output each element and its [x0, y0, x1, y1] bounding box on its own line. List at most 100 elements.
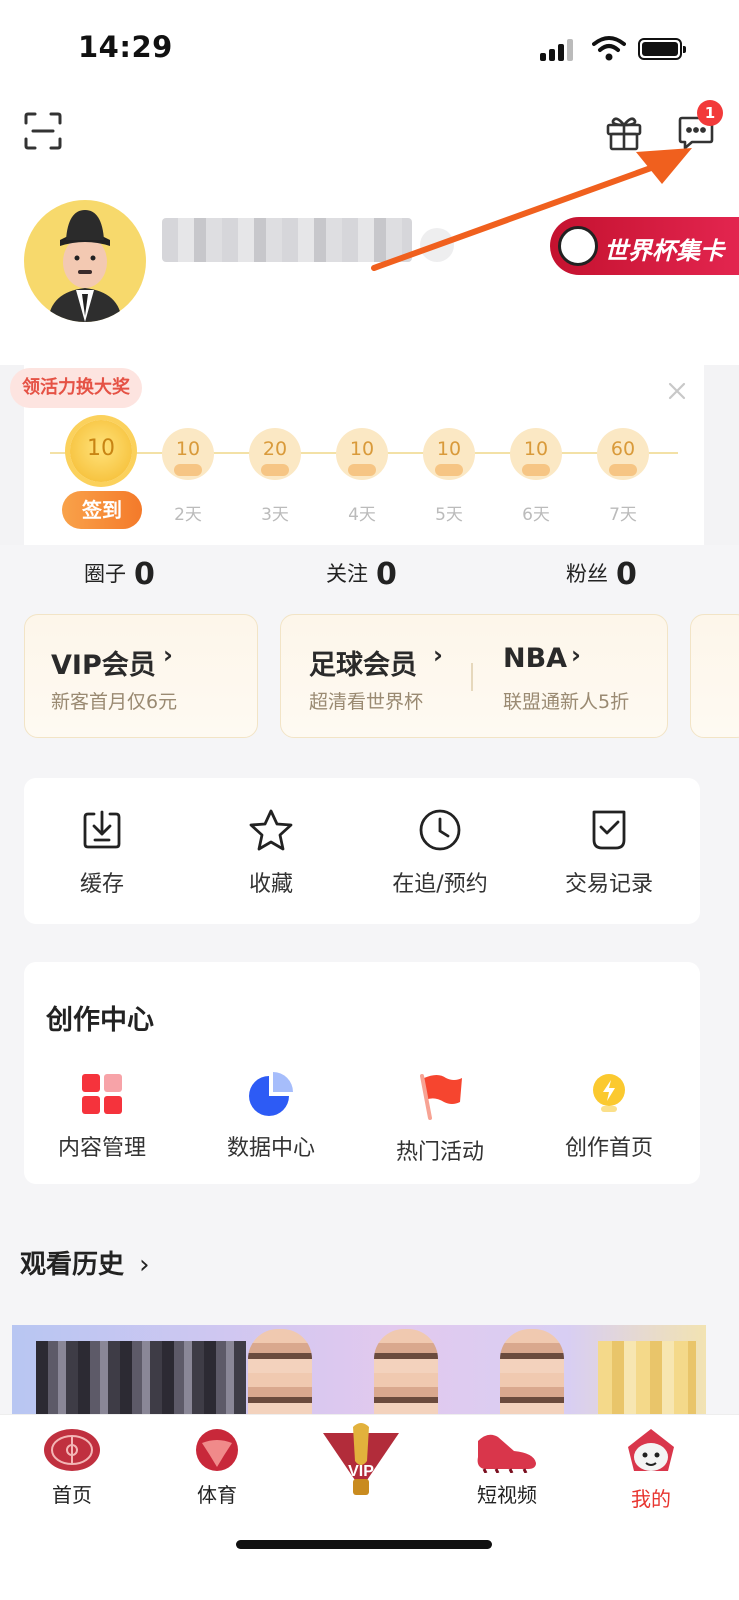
checkin-coin-value: 10	[523, 438, 549, 460]
checkin-coin: 10	[336, 428, 388, 480]
tool-transactions[interactable]: 交易记录	[539, 808, 679, 898]
tool-label: 缓存	[79, 872, 124, 897]
stat-circles[interactable]: 圈子 0	[84, 557, 155, 592]
tab-label: 首页	[52, 1483, 92, 1507]
history-thumbnail[interactable]	[36, 1341, 246, 1425]
mascot-icon	[628, 1429, 674, 1471]
sports-ball-icon	[196, 1429, 238, 1471]
checkin-coin-value: 10	[349, 438, 375, 460]
checkin-day-label: 2天	[174, 505, 202, 525]
tab-me[interactable]: 我的	[596, 1427, 706, 1512]
tab-short-video[interactable]: 短视频	[452, 1427, 562, 1508]
stat-following[interactable]: 关注 0	[326, 557, 397, 592]
tool-following-shows[interactable]: 在追/预约	[370, 808, 510, 898]
world-cup-trophy-icon: VIP	[323, 1423, 399, 1495]
tab-label: 体育	[197, 1483, 237, 1507]
checkin-coin-value: 10	[436, 438, 462, 460]
scan-icon[interactable]	[24, 112, 62, 150]
tab-label: 我的	[631, 1487, 671, 1511]
creator-center-title: 创作中心	[46, 1005, 154, 1036]
watch-history-list	[12, 1325, 706, 1425]
creator-item-label: 创作首页	[564, 1136, 653, 1161]
vip-membership-card[interactable]: VIP会员 › 新客首月仅6元	[24, 614, 258, 738]
creator-data-center[interactable]: 数据中心	[201, 1072, 341, 1162]
checkin-coin-today[interactable]: 10	[70, 420, 132, 482]
tab-vip[interactable]: VIP	[306, 1419, 416, 1501]
checkin-day-label: 6天	[522, 505, 550, 525]
vip-title: VIP会员	[51, 650, 156, 681]
checkin-day-label: 5天	[435, 505, 463, 525]
receipt-check-icon	[592, 810, 626, 850]
tab-label: 短视频	[477, 1483, 537, 1507]
divider	[471, 663, 473, 691]
sports-membership-card[interactable]: 足球会员 › 超清看世界杯 NBA › 联盟通新人5折	[280, 614, 668, 738]
checkin-day-label: 3天	[261, 505, 289, 525]
creator-home[interactable]: 创作首页	[539, 1072, 679, 1162]
checkin-coin: 10	[423, 428, 475, 480]
grid-icon	[82, 1074, 122, 1114]
watch-history-title: 观看历史	[20, 1250, 125, 1280]
pitch-icon	[44, 1429, 100, 1471]
checkin-shade-right	[704, 365, 739, 545]
stat-fans[interactable]: 粉丝 0	[566, 557, 637, 592]
stat-value: 0	[134, 557, 155, 592]
football-subtitle: 超清看世界杯	[309, 691, 424, 713]
checkin-coin-value: 60	[610, 438, 636, 460]
tool-favorites[interactable]: 收藏	[201, 808, 341, 898]
download-icon	[83, 810, 121, 849]
close-icon[interactable]	[664, 378, 690, 404]
stats-row: 圈子 0 关注 0 粉丝 0	[0, 545, 739, 605]
creator-item-label: 数据中心	[226, 1136, 315, 1161]
soccer-boot-icon	[477, 1434, 536, 1473]
status-bar: 14:29	[0, 0, 739, 96]
creator-item-label: 内容管理	[57, 1136, 146, 1161]
chevron-right-icon: ›	[433, 641, 443, 669]
creator-center-panel: 创作中心 内容管理 数据中心 热门活动 创作首页	[24, 962, 700, 1184]
vip-subtitle: 新客首月仅6元	[51, 691, 178, 713]
watch-history-header[interactable]: 观看历史 ›	[20, 1244, 149, 1281]
checkin-tag: 领活力换大奖	[10, 368, 142, 408]
battery-icon	[638, 38, 686, 60]
vip-badge-text: VIP	[348, 1463, 374, 1480]
flag-icon	[420, 1074, 462, 1120]
history-thumbnail[interactable]	[598, 1341, 696, 1425]
checkin-coin: 10	[510, 428, 562, 480]
stat-value: 0	[616, 557, 637, 592]
tab-home[interactable]: 首页	[17, 1427, 127, 1508]
creator-item-label: 热门活动	[395, 1140, 484, 1165]
more-membership-card[interactable]	[690, 614, 739, 738]
clock-icon	[419, 809, 461, 851]
wifi-icon	[592, 36, 626, 61]
football-title: 足球会员	[309, 650, 417, 681]
tool-cache[interactable]: 缓存	[32, 808, 172, 898]
checkin-coin-value: 10	[87, 436, 115, 461]
checkin-coin: 20	[249, 428, 301, 480]
checkin-coin: 60	[597, 428, 649, 480]
tool-label: 在追/预约	[392, 872, 488, 897]
tool-label: 收藏	[248, 872, 293, 897]
message-badge: 1	[697, 100, 723, 126]
checkin-coin-value: 10	[175, 438, 201, 460]
stat-value: 0	[376, 557, 397, 592]
pie-chart-icon	[249, 1072, 293, 1116]
creator-content-management[interactable]: 内容管理	[32, 1072, 172, 1162]
stat-label: 圈子	[84, 562, 126, 586]
history-thumbnail[interactable]	[500, 1329, 564, 1425]
chevron-right-icon: ›	[163, 641, 173, 669]
history-thumbnail[interactable]	[374, 1329, 438, 1425]
quick-tools-panel: 缓存 收藏 在追/预约 交易记录	[24, 778, 700, 924]
avatar[interactable]	[24, 200, 146, 322]
annotation-arrow	[371, 148, 692, 271]
creator-hot-events[interactable]: 热门活动	[370, 1072, 510, 1166]
status-time: 14:29	[78, 30, 173, 64]
tab-sports[interactable]: 体育	[162, 1427, 272, 1508]
tool-label: 交易记录	[564, 872, 653, 897]
checkin-button[interactable]: 签到	[62, 491, 142, 529]
nba-title: NBA	[503, 643, 568, 674]
history-thumbnail[interactable]	[248, 1329, 312, 1425]
checkin-day-label: 4天	[348, 505, 376, 525]
star-icon	[249, 809, 293, 851]
chevron-right-icon: ›	[139, 1250, 150, 1280]
cellular-signal-icon	[540, 39, 576, 61]
checkin-coin-value: 20	[262, 438, 288, 460]
